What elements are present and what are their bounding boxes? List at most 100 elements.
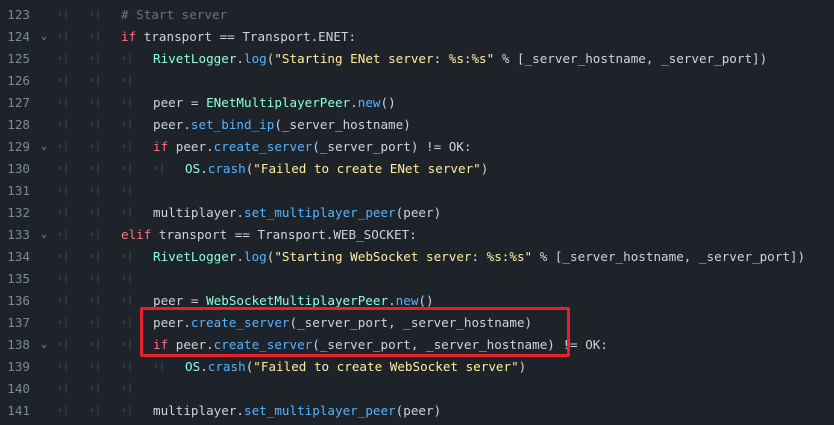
- code-token: set_bind_ip: [190, 117, 275, 132]
- line-number[interactable]: 128: [0, 114, 30, 136]
- line-number[interactable]: 136: [0, 290, 30, 312]
- fold-chevron-icon[interactable]: ⌄: [41, 334, 53, 356]
- tab-indent-icon: ›|: [57, 405, 70, 416]
- code-token: ): [480, 161, 489, 176]
- code-text: elif transport == Transport.WEB_SOCKET:: [121, 224, 417, 246]
- tab-indent-icon: ›|: [121, 251, 134, 262]
- tab-indent-icon: ›|: [89, 185, 102, 196]
- code-line[interactable]: 139 ›| ›| ›| ›| OS.crash("Failed to create We…: [0, 356, 834, 378]
- fold-chevron-icon[interactable]: ⌄: [41, 224, 53, 246]
- code-line[interactable]: 138 ⌄ ›| ›| ›| if peer.create_server(_server_…: [0, 334, 834, 356]
- tab-indent-icon: ›|: [57, 273, 70, 284]
- tab-indent-icon: ›|: [121, 361, 134, 372]
- code-token: (_server_port, _server_hostname) != OK:: [312, 337, 608, 352]
- code-line[interactable]: 141 ›| ›| ›| multiplayer.set_multiplayer_pee…: [0, 400, 834, 422]
- line-number[interactable]: 125: [0, 48, 30, 70]
- line-number[interactable]: 138: [0, 334, 30, 356]
- code-token: (): [418, 293, 434, 308]
- fold-chevron-icon[interactable]: ⌄: [41, 136, 53, 158]
- line-number[interactable]: 126: [0, 70, 30, 92]
- code-token: peer =: [153, 293, 207, 308]
- code-line[interactable]: 129 ⌄ ›| ›| ›| if peer.create_server(_server_…: [0, 136, 834, 158]
- code-line[interactable]: 137 ›| ›| ›| peer.create_server(_server_port…: [0, 312, 834, 334]
- code-token: OS: [185, 359, 201, 374]
- code-line[interactable]: 127 ›| ›| ›| peer = ENetMultiplayerPeer.new(…: [0, 92, 834, 114]
- tab-indent-icon: ›|: [89, 141, 102, 152]
- tab-indent-icon: ›|: [121, 317, 134, 328]
- tab-indent-icon: ›|: [121, 141, 134, 152]
- tab-indent-icon: ›|: [89, 383, 102, 394]
- code-token: .ENET:: [310, 29, 357, 44]
- code-text: multiplayer.set_multiplayer_peer(peer): [153, 400, 441, 422]
- line-number[interactable]: 139: [0, 356, 30, 378]
- tab-indent-icon: ›|: [89, 75, 102, 86]
- tab-indent-icon: ›|: [121, 383, 134, 394]
- code-token: "Starting WebSocket server: %s:%s": [274, 249, 533, 264]
- code-token: .: [236, 249, 244, 264]
- code-token: set_multiplayer_peer: [244, 205, 396, 220]
- tab-indent-icon: ›|: [89, 317, 102, 328]
- code-text: peer.set_bind_ip(_server_hostname): [153, 114, 411, 136]
- line-number[interactable]: 123: [0, 4, 30, 26]
- line-number[interactable]: 133: [0, 224, 30, 246]
- code-token: WebSocketMultiplayerPeer: [206, 293, 389, 308]
- code-line[interactable]: 125 ›| ›| ›| RivetLogger.log("Starting ENet …: [0, 48, 834, 70]
- line-number[interactable]: 134: [0, 246, 30, 268]
- code-token: elif: [121, 227, 152, 242]
- tab-indent-icon: ›|: [57, 383, 70, 394]
- line-number[interactable]: 129: [0, 136, 30, 158]
- code-line[interactable]: 126 ›| ›| ›|: [0, 70, 834, 92]
- tab-indent-icon: ›|: [89, 119, 102, 130]
- tab-indent-icon: ›|: [57, 251, 70, 262]
- code-token: Transport: [257, 227, 326, 242]
- code-token: multiplayer.: [153, 403, 244, 418]
- code-token: .WEB_SOCKET:: [325, 227, 417, 242]
- fold-chevron-icon[interactable]: ⌄: [41, 26, 53, 48]
- tab-indent-icon: ›|: [89, 295, 102, 306]
- code-token: (peer): [395, 403, 442, 418]
- line-number[interactable]: 135: [0, 268, 30, 290]
- code-token: (_server_hostname): [274, 117, 411, 132]
- tab-indent-icon: ›|: [89, 9, 102, 20]
- line-number[interactable]: 137: [0, 312, 30, 334]
- code-token: if: [153, 337, 169, 352]
- code-token: RivetLogger: [153, 51, 237, 66]
- tab-indent-icon: ›|: [121, 185, 134, 196]
- line-number[interactable]: 124: [0, 26, 30, 48]
- code-line[interactable]: 130 ›| ›| ›| ›| OS.crash("Failed to create EN…: [0, 158, 834, 180]
- code-editor[interactable]: 123 ›| ›| # Start server 124 ⌄ ›| ›| if transpor…: [0, 0, 834, 425]
- code-token: .: [350, 95, 358, 110]
- tab-indent-icon: ›|: [89, 273, 102, 284]
- code-text: # Start server: [121, 4, 227, 26]
- code-token: (_server_port) != OK:: [312, 139, 472, 154]
- code-token: if: [121, 29, 137, 44]
- tab-indent-icon: ›|: [121, 273, 134, 284]
- code-line[interactable]: 132 ›| ›| ›| multiplayer.set_multiplayer_pee…: [0, 202, 834, 224]
- tab-indent-icon: ›|: [57, 163, 70, 174]
- code-line[interactable]: 123 ›| ›| # Start server: [0, 4, 834, 26]
- code-token: set_multiplayer_peer: [244, 403, 396, 418]
- code-line[interactable]: 135 ›| ›| ›|: [0, 268, 834, 290]
- line-number[interactable]: 141: [0, 400, 30, 422]
- line-number[interactable]: 127: [0, 92, 30, 114]
- code-line[interactable]: 140 ›| ›| ›|: [0, 378, 834, 400]
- line-number[interactable]: 132: [0, 202, 30, 224]
- tab-indent-icon: ›|: [121, 119, 134, 130]
- tab-indent-icon: ›|: [57, 317, 70, 328]
- code-line[interactable]: 128 ›| ›| ›| peer.set_bind_ip(_server_hostna…: [0, 114, 834, 136]
- tab-indent-icon: ›|: [57, 75, 70, 86]
- line-number[interactable]: 130: [0, 158, 30, 180]
- code-token: (): [380, 95, 396, 110]
- line-number[interactable]: 131: [0, 180, 30, 202]
- code-line[interactable]: 136 ›| ›| ›| peer = WebSocketMultiplayerPeer…: [0, 290, 834, 312]
- tab-indent-icon: ›|: [89, 207, 102, 218]
- tab-indent-icon: ›|: [89, 405, 102, 416]
- code-line[interactable]: 131 ›| ›| ›|: [0, 180, 834, 202]
- code-line[interactable]: 134 ›| ›| ›| RivetLogger.log("Starting WebSo…: [0, 246, 834, 268]
- code-line[interactable]: 133 ⌄ ›| ›| elif transport == Transport.WEB_…: [0, 224, 834, 246]
- code-line[interactable]: 124 ⌄ ›| ›| if transport == Transport.ENET:: [0, 26, 834, 48]
- code-token: create_server: [190, 315, 290, 330]
- line-number[interactable]: 140: [0, 378, 30, 400]
- tab-indent-icon: ›|: [89, 31, 102, 42]
- code-text: RivetLogger.log("Starting ENet server: %…: [153, 48, 767, 70]
